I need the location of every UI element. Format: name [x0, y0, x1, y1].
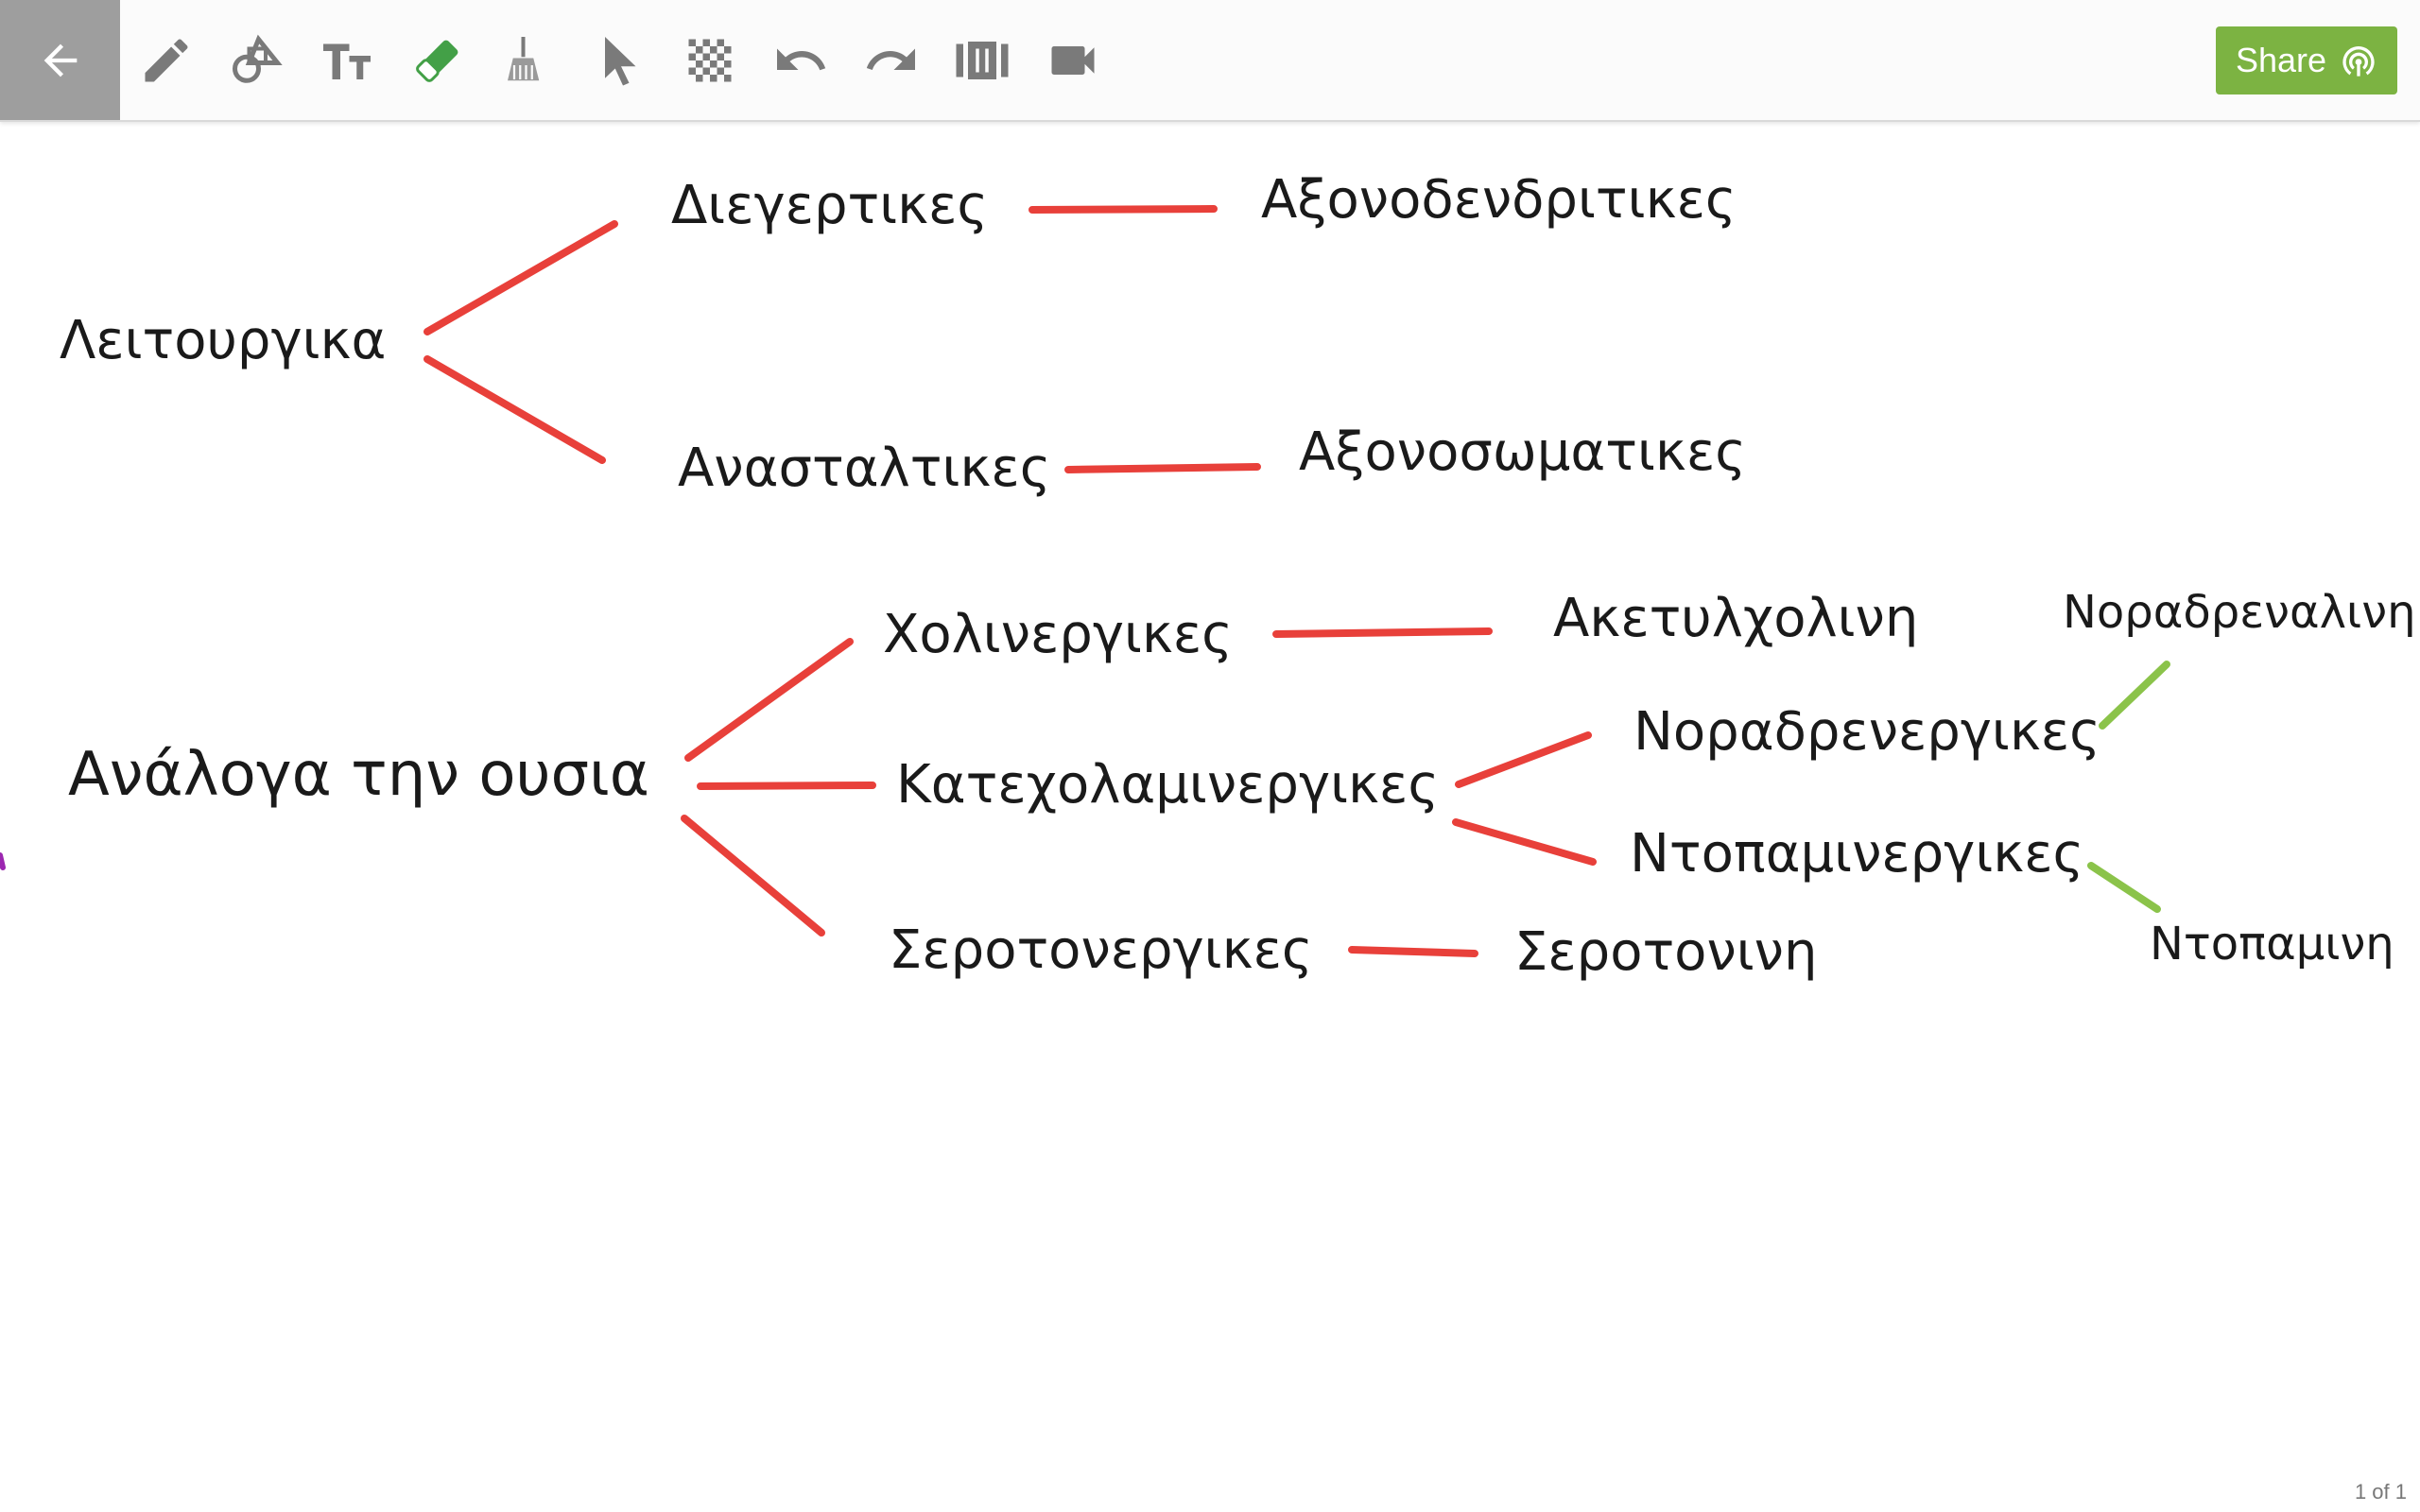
note-diegertikes[interactable]: Διεγερτικες — [671, 180, 988, 232]
note-anastaltikes[interactable]: Ανασταλτικες — [678, 442, 1051, 495]
select-tool-button[interactable] — [581, 23, 657, 98]
share-label: Share — [2235, 41, 2327, 79]
background-tool-button[interactable] — [672, 23, 748, 98]
note-noradrenalini[interactable]: Νοραδρεναλινη — [2063, 590, 2416, 635]
note-cholinergikes[interactable]: Χολινεργικες — [883, 609, 1233, 662]
undo-icon — [777, 48, 826, 71]
pointer-icon — [605, 37, 636, 86]
slides-button[interactable] — [944, 23, 1020, 98]
text-icon — [323, 43, 371, 79]
video-camera-icon — [1051, 46, 1095, 75]
note-axonodendritikes[interactable]: Αξονοδενδριτικες — [1261, 174, 1737, 227]
slides-icon — [956, 42, 1009, 79]
share-button[interactable]: Share — [2216, 26, 2397, 94]
text-tool-button[interactable] — [309, 23, 385, 98]
note-ntopaminergikes[interactable]: Ντοπαμινεργικες — [1630, 828, 2083, 881]
note-aketylcholini[interactable]: Ακετυλχολινη — [1553, 593, 1918, 645]
undo-button[interactable] — [763, 23, 838, 98]
eraser-tool-button[interactable] — [400, 23, 475, 98]
note-serotonergikes[interactable]: Σεροτονεργικες — [889, 924, 1313, 977]
broom-icon — [508, 37, 540, 81]
note-leitourgika[interactable]: Λειτουργικα — [60, 315, 386, 368]
record-video-button[interactable] — [1035, 23, 1111, 98]
broadcast-icon — [2342, 46, 2375, 77]
eraser-icon — [416, 40, 458, 82]
note-ntopamini[interactable]: Ντοπαμινη — [2150, 921, 2394, 967]
note-axonosomatikes[interactable]: Αξονοσωματικες — [1299, 426, 1746, 479]
note-noradrenergikes[interactable]: Νοραδρενεργικες — [1634, 706, 2100, 759]
back-arrow-icon — [43, 43, 77, 77]
clear-tool-button[interactable] — [491, 23, 566, 98]
note-katecholaminergikes[interactable]: Κατεχολαμινεργικες — [896, 759, 1439, 812]
back-button[interactable] — [0, 0, 120, 120]
redo-icon — [866, 48, 915, 70]
pencil-icon — [145, 39, 188, 82]
shapes-icon — [233, 34, 283, 83]
toolbar: Share — [0, 0, 2420, 122]
note-analoga[interactable]: Ανάλογα την ουσια — [68, 745, 649, 805]
note-serotonini[interactable]: Σεροτονινη — [1514, 926, 1817, 979]
page-indicator: 1 of 1 — [2354, 1480, 2407, 1503]
background-pattern-icon — [688, 39, 732, 82]
shapes-tool-button[interactable] — [218, 23, 294, 98]
redo-button[interactable] — [854, 23, 929, 98]
pencil-tool-button[interactable] — [129, 23, 204, 98]
